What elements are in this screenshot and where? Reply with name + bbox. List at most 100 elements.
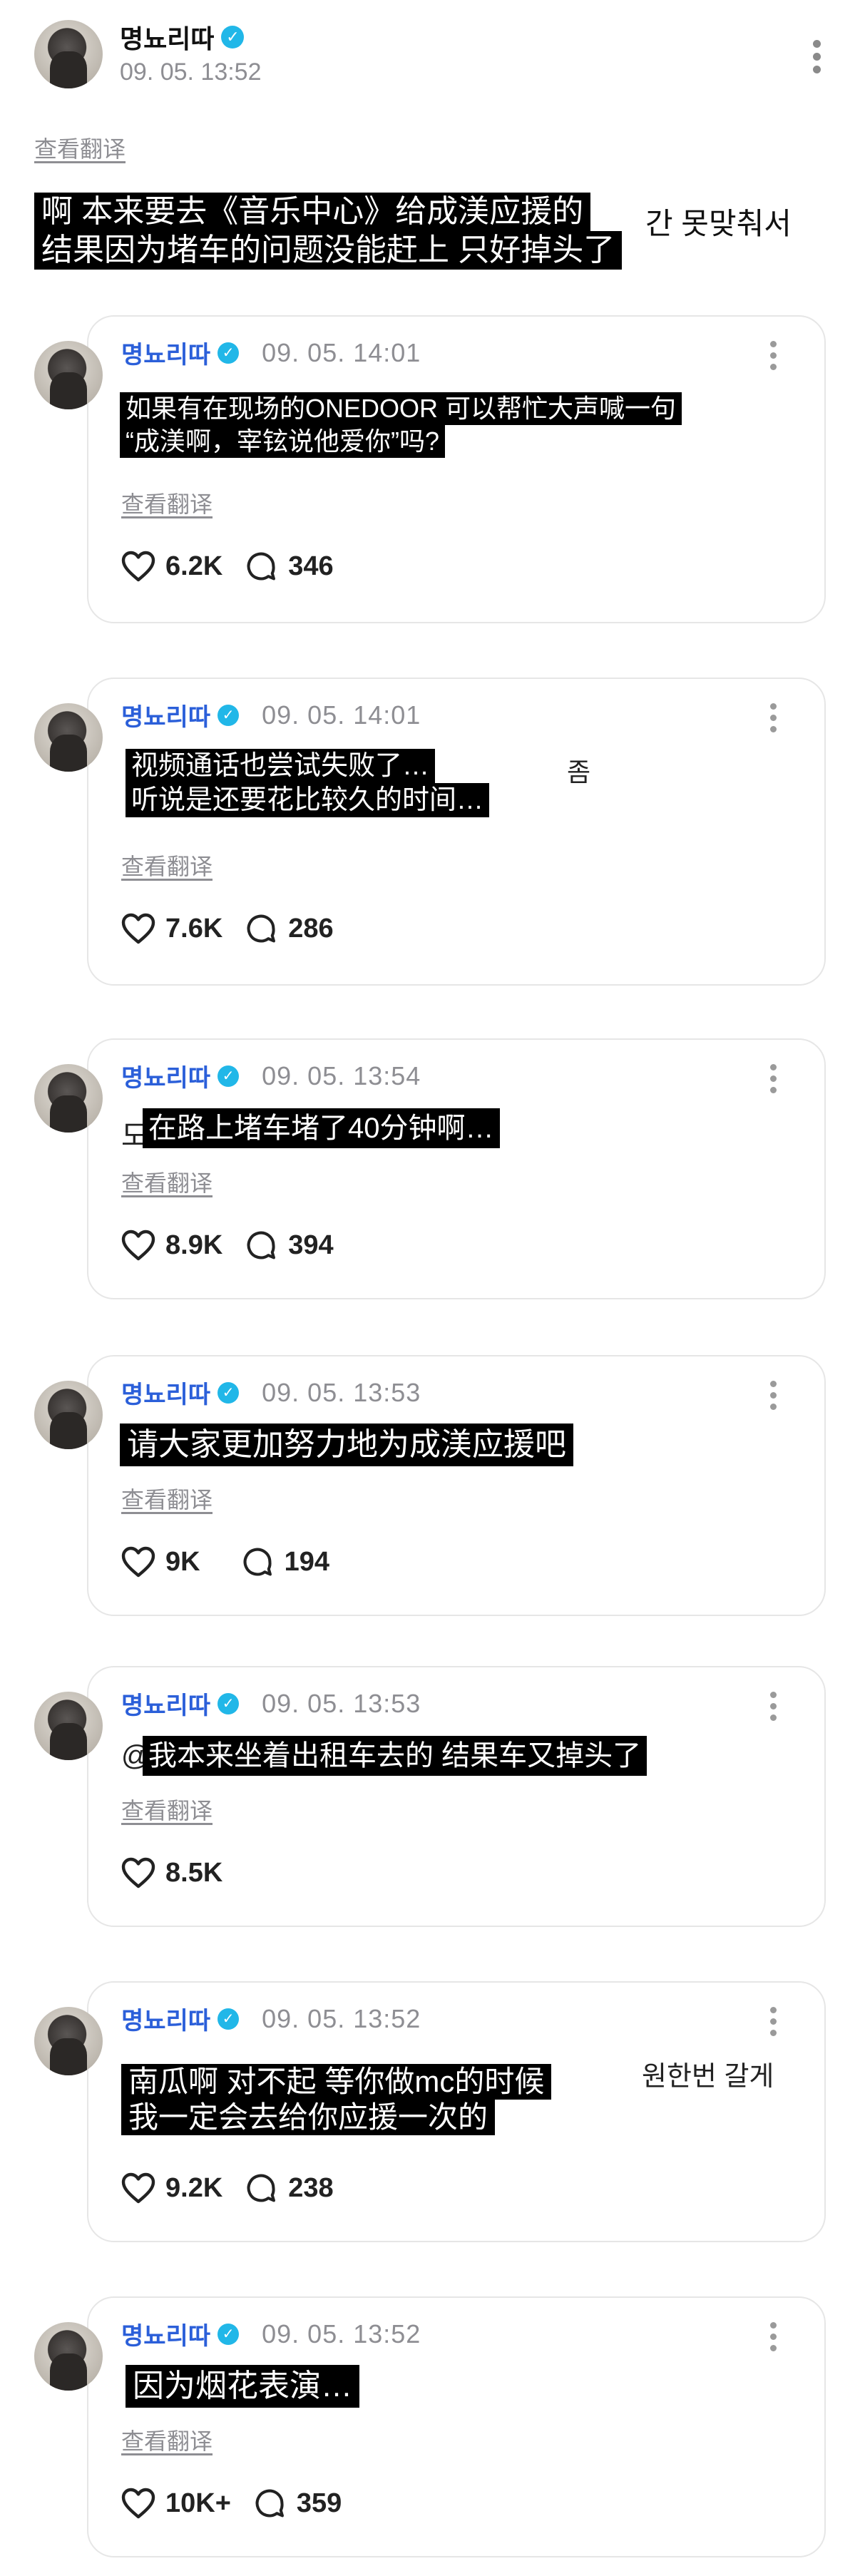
username[interactable]: 명뇨리따 [121,335,210,370]
original-text-fragment: 원한번 갈게 [642,2062,774,2092]
heart-icon [121,1230,155,1261]
avatar[interactable] [34,341,103,409]
avatar[interactable] [34,2007,103,2075]
overlay-line: 结果因为堵车的问题没能赶上 只好掉头了 [34,231,623,270]
reply-timestamp: 09. 05. 13:53 [262,1688,421,1718]
verified-badge-icon: ✓ [217,2323,240,2345]
avatar[interactable] [34,1692,103,1760]
comment-button[interactable]: 359 [252,2488,342,2519]
heart-icon [121,1857,155,1888]
original-text-fragment: 간 못맞춰서 [645,207,792,240]
more-options-icon[interactable] [770,1381,777,1410]
like-button[interactable]: 9.2K [121,2172,222,2204]
like-count: 10K+ [165,2488,231,2518]
comment-count: 194 [284,1546,329,1577]
reply-timestamp: 09. 05. 14:01 [262,700,421,730]
reply-timestamp: 09. 05. 13:52 [262,2319,421,2348]
translate-link[interactable]: 查看翻译 [121,486,213,519]
more-options-icon[interactable] [770,2322,777,2351]
heart-icon [121,913,155,944]
comment-button[interactable]: 394 [244,1230,334,1261]
reply-post: 명뇨리따 ✓ 09. 05. 13:53 请大家更加努力地为成渼应援吧 查看翻译… [0,1355,860,1620]
comment-bubble-icon [247,1231,276,1259]
translation-overlay: 在路上堵车堵了40分钟啊… [143,1108,500,1148]
reply-stats: 10K+ 359 [121,2488,363,2519]
reply-timestamp: 09. 05. 13:53 [262,1377,421,1407]
comment-count: 359 [296,2488,342,2518]
translation-overlay: 南瓜啊 对不起 等你做mc的时候 我一定会去给你应援一次的 [121,2064,552,2135]
main-post-header: 명뇨리따 ✓ [120,19,245,56]
translate-link[interactable]: 查看翻译 [121,1165,213,1198]
verified-badge-icon: ✓ [217,1692,240,1714]
reply-stats: 9K 194 [121,1546,351,1578]
like-button[interactable]: 8.5K [121,1857,222,1888]
heart-icon [121,2488,155,2519]
more-options-icon[interactable] [770,341,777,370]
like-count: 9.2K [165,2172,223,2203]
avatar[interactable] [34,20,103,88]
like-button[interactable]: 6.2K [121,551,222,582]
translation-overlay: 视频通话也尝试失败了… 听说是还要花比较久的时间… [126,749,490,817]
main-post: 명뇨리따 ✓ 09. 05. 13:52 查看翻译 간 못맞춰서 啊 本来要去《… [0,0,860,300]
avatar[interactable] [34,1381,103,1449]
translation-overlay: 我本来坐着出租车去的 结果车又掉头了 [143,1736,647,1776]
avatar[interactable] [34,2322,103,2391]
username[interactable]: 명뇨리따 [121,2316,210,2351]
reply-timestamp: 09. 05. 13:52 [262,2003,421,2033]
verified-badge-icon: ✓ [217,1065,240,1087]
username[interactable]: 명뇨리따 [121,697,210,732]
reply-header: 명뇨리따 ✓ 09. 05. 13:53 [121,1686,421,1721]
comment-count: 394 [288,1230,334,1260]
more-options-icon[interactable] [770,1692,777,1721]
username[interactable]: 명뇨리따 [121,1686,210,1721]
translate-link[interactable]: 查看翻译 [121,2423,213,2456]
username[interactable]: 명뇨리따 [121,1375,210,1410]
more-options-icon[interactable] [813,40,821,73]
comment-count: 346 [288,551,334,581]
translate-link[interactable]: 查看翻译 [121,1482,213,1515]
more-options-icon[interactable] [770,703,777,732]
translate-link[interactable]: 查看翻译 [121,1793,213,1826]
reply-header: 명뇨리따 ✓ 09. 05. 13:53 [121,1375,421,1410]
comment-button[interactable]: 346 [244,551,334,582]
reply-header: 명뇨리따 ✓ 09. 05. 13:52 [121,2316,421,2351]
translate-link[interactable]: 查看翻译 [34,131,126,164]
like-count: 9K [165,1546,200,1577]
more-options-icon[interactable] [770,2007,777,2036]
comment-bubble-icon [255,2489,284,2518]
reply-post: 명뇨리따 ✓ 09. 05. 13:52 원한번 갈게 南瓜啊 对不起 等你做m… [0,1981,860,2247]
reply-header: 명뇨리따 ✓ 09. 05. 14:01 [121,697,421,732]
like-button[interactable]: 10K+ [121,2488,231,2519]
heart-icon [121,1546,155,1578]
translation-overlay: 啊 本来要去《音乐中心》给成渼应援的 结果因为堵车的问题没能赶上 只好掉头了 [34,193,623,270]
reply-stats: 9.2K 238 [121,2172,355,2204]
username[interactable]: 명뇨리따 [121,2001,210,2036]
overlay-line: 啊 本来要去《音乐中心》给成渼应援的 [34,193,591,231]
avatar[interactable] [34,1064,103,1133]
comment-button[interactable]: 194 [240,1546,329,1578]
overlay-line: 在路上堵车堵了40分钟啊… [143,1108,500,1148]
comment-bubble-icon [247,552,276,581]
like-button[interactable]: 9K [121,1546,200,1578]
like-button[interactable]: 7.6K [121,913,222,944]
username[interactable]: 명뇨리따 [121,1058,210,1093]
translate-link[interactable]: 查看翻译 [121,849,213,881]
original-text-fragment: 좀 [567,757,591,787]
post-timestamp: 09. 05. 13:52 [120,58,262,86]
avatar[interactable] [34,703,103,772]
overlay-line: 视频通话也尝试失败了… [126,749,436,783]
comment-button[interactable]: 286 [244,913,334,944]
overlay-line: “成渼啊，宰铉说他爱你”吗? [120,425,445,458]
comment-bubble-icon [247,2174,276,2202]
comment-count: 286 [288,913,334,944]
overlay-line: 我本来坐着出租车去的 结果车又掉头了 [143,1736,647,1776]
reply-stats: 7.6K 286 [121,913,355,944]
reply-header: 명뇨리따 ✓ 09. 05. 13:52 [121,2001,421,2036]
overlay-line: 请大家更加努力地为成渼应援吧 [120,1424,573,1466]
comment-button[interactable]: 238 [244,2172,334,2204]
like-button[interactable]: 8.9K [121,1230,222,1261]
reply-stats: 8.9K 394 [121,1230,355,1261]
more-options-icon[interactable] [770,1064,777,1093]
like-count: 7.6K [165,913,223,944]
username[interactable]: 명뇨리따 [120,19,214,56]
